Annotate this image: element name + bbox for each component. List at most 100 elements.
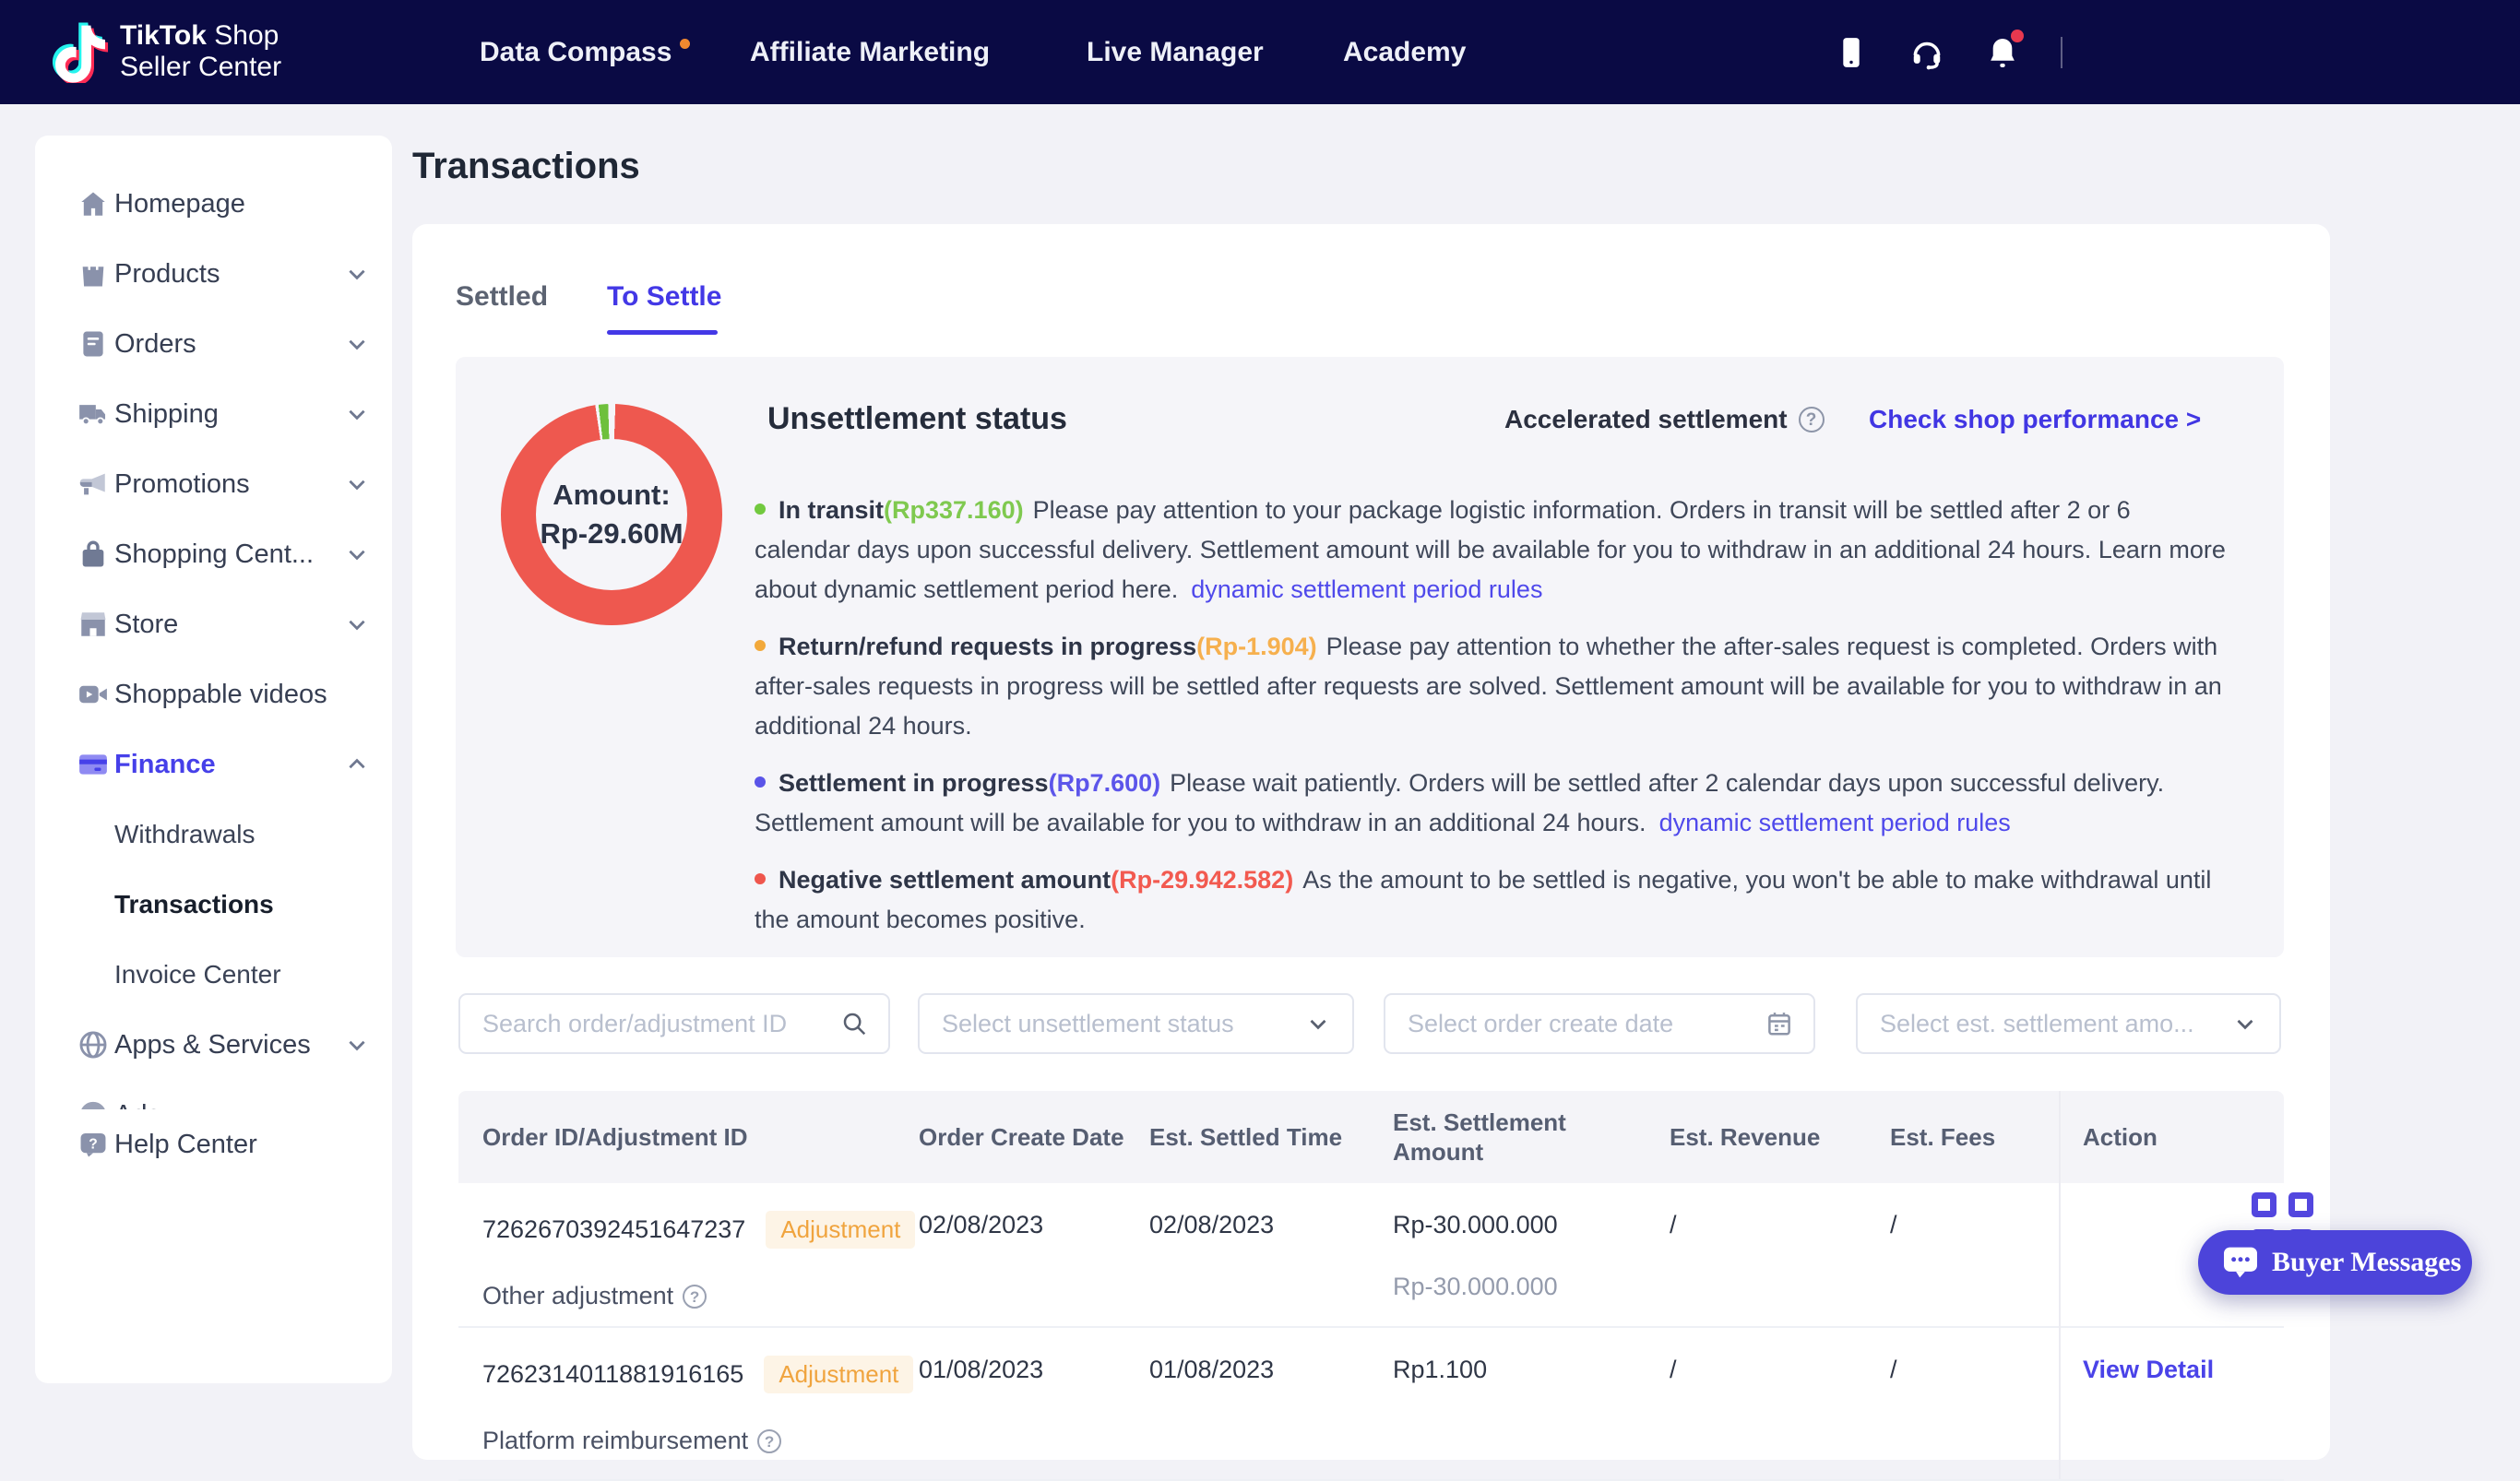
sidebar-item-shoppable-videos[interactable]: Shoppable videos xyxy=(35,659,392,729)
adjustment-type: Other adjustment xyxy=(482,1282,673,1310)
nav-item-data-compass[interactable]: Data Compass xyxy=(480,0,690,104)
buyer-messages-button[interactable]: Buyer Messages xyxy=(2198,1230,2472,1295)
red-dot-icon xyxy=(755,873,766,884)
sidebar-item-shopping-center[interactable]: Shopping Cent... xyxy=(35,519,392,589)
search-order-id-input[interactable] xyxy=(458,993,890,1054)
order-create-date: 01/08/2023 xyxy=(919,1356,1136,1384)
adjustment-badge: Adjustment xyxy=(766,1211,915,1249)
table-row: 7262314011881916165 Adjustment Platform … xyxy=(458,1328,2284,1481)
panel-title: Unsettlement status xyxy=(767,401,1067,437)
settlement-amount-select[interactable] xyxy=(1856,993,2281,1054)
globe-icon xyxy=(77,1029,109,1060)
question-circle-icon[interactable]: ? xyxy=(683,1285,707,1309)
nav-item-live-manager[interactable]: Live Manager xyxy=(1087,0,1264,104)
bullet-negative-settlement: Negative settlement amount(Rp-29.942.582… xyxy=(755,860,2230,940)
accelerated-settlement-label: Accelerated settlement ? xyxy=(1504,405,1825,434)
page-title: Transactions xyxy=(412,146,640,187)
col-header-create-date: Order Create Date xyxy=(919,1091,1149,1183)
question-circle-icon[interactable]: ? xyxy=(757,1429,781,1453)
credit-card-icon xyxy=(77,749,109,780)
amount-select-input[interactable] xyxy=(1858,1010,2231,1038)
sidebar-item-orders[interactable]: Orders xyxy=(35,309,392,379)
status-select-input[interactable] xyxy=(920,1010,1304,1038)
donut-amount-label: Amount: xyxy=(553,476,670,515)
est-revenue: / xyxy=(1670,1211,1877,1239)
col-header-revenue: Est. Revenue xyxy=(1670,1091,1890,1183)
sidebar-item-promotions[interactable]: Promotions xyxy=(35,449,392,519)
bullet-settlement-in-progress: Settlement in progress(Rp7.600)Please wa… xyxy=(755,764,2230,843)
dynamic-settlement-rules-link[interactable]: dynamic settlement period rules xyxy=(1191,575,1542,603)
tiktok-shop-logo[interactable]: TikTok Shop Seller Center xyxy=(52,20,281,83)
chevron-down-icon xyxy=(1304,1010,1332,1037)
truck-icon xyxy=(77,398,109,430)
buyer-messages-label: Buyer Messages xyxy=(2272,1247,2461,1278)
mobile-app-icon[interactable] xyxy=(1834,35,1869,70)
est-fees: / xyxy=(1890,1211,2046,1239)
order-id: 7262670392451647237 xyxy=(482,1215,745,1244)
order-create-date-picker[interactable] xyxy=(1384,993,1815,1054)
chevron-down-icon xyxy=(345,332,369,356)
chevron-down-icon xyxy=(345,612,369,636)
handbag-icon xyxy=(77,539,109,570)
sidebar-item-finance[interactable]: Finance xyxy=(35,729,392,800)
col-header-action: Action xyxy=(2059,1091,2284,1183)
transactions-table: Order ID/Adjustment ID Order Create Date… xyxy=(458,1091,2284,1481)
chevron-down-icon xyxy=(345,262,369,286)
storefront-icon xyxy=(77,609,109,640)
sidebar-item-help-center[interactable]: ? Help Center xyxy=(35,1109,392,1187)
home-icon xyxy=(77,188,109,219)
sidebar-item-withdrawals[interactable]: Withdrawals xyxy=(35,800,392,870)
sidebar-item-shipping[interactable]: Shipping xyxy=(35,379,392,449)
order-create-date: 02/08/2023 xyxy=(919,1211,1136,1239)
table-row: 7262670392451647237 Adjustment Other adj… xyxy=(458,1183,2284,1328)
est-settlement-amount: Rp1.100 xyxy=(1393,1356,1657,1384)
chevron-down-icon xyxy=(345,1033,369,1057)
view-detail-link[interactable]: View Detail xyxy=(2083,1356,2271,1384)
sidebar-item-products[interactable]: Products xyxy=(35,239,392,309)
sidebar: Homepage Products Orders Sh xyxy=(35,136,392,1383)
nav-item-academy[interactable]: Academy xyxy=(1343,0,1466,104)
est-settled-time: 02/08/2023 xyxy=(1149,1211,1380,1239)
tab-to-settle[interactable]: To Settle xyxy=(607,281,721,313)
sidebar-item-store[interactable]: Store xyxy=(35,589,392,659)
support-headset-icon[interactable] xyxy=(1909,35,1944,70)
status-bullet-list: In transit(Rp337.160)Please pay attentio… xyxy=(755,491,2230,957)
video-camera-icon xyxy=(77,679,109,710)
adjustment-badge: Adjustment xyxy=(764,1356,913,1393)
calendar-icon xyxy=(1765,1010,1793,1037)
check-shop-performance-link[interactable]: Check shop performance > xyxy=(1869,405,2201,434)
table-header-row: Order ID/Adjustment ID Order Create Date… xyxy=(458,1091,2284,1183)
notification-dot xyxy=(2011,30,2024,42)
col-header-fees: Est. Fees xyxy=(1890,1091,2059,1183)
search-icon xyxy=(840,1010,868,1037)
bullet-return-refund: Return/refund requests in progress(Rp-1.… xyxy=(755,627,2230,746)
new-badge-dot xyxy=(680,39,690,49)
dynamic-settlement-rules-link[interactable]: dynamic settlement period rules xyxy=(1659,809,2011,836)
sidebar-item-invoice-center[interactable]: Invoice Center xyxy=(35,940,392,1010)
col-header-order-id: Order ID/Adjustment ID xyxy=(458,1091,919,1183)
logo-text: TikTok Shop Seller Center xyxy=(120,20,281,83)
col-header-settlement-amount: Est. Settlement Amount xyxy=(1393,1091,1670,1183)
notifications-bell-icon[interactable] xyxy=(1985,35,2020,70)
sidebar-item-homepage[interactable]: Homepage xyxy=(35,169,392,239)
chevron-down-icon xyxy=(345,472,369,496)
search-input[interactable] xyxy=(460,1010,840,1038)
est-settlement-amount: Rp-30.000.000 xyxy=(1393,1211,1657,1239)
order-id: 7262314011881916165 xyxy=(482,1360,743,1389)
tab-settled[interactable]: Settled xyxy=(456,281,548,313)
help-bubble-icon: ? xyxy=(77,1129,109,1160)
chevron-down-icon xyxy=(345,542,369,566)
chat-bubble-icon xyxy=(2222,1246,2259,1279)
sidebar-item-transactions[interactable]: Transactions xyxy=(35,870,392,940)
est-settled-time: 01/08/2023 xyxy=(1149,1356,1380,1384)
sub-settlement-amount: Rp-30.000.000 xyxy=(1393,1273,1657,1301)
chevron-down-icon xyxy=(2231,1010,2259,1037)
chevron-down-icon xyxy=(345,402,369,426)
adjustment-type: Platform reimbursement xyxy=(482,1427,748,1455)
unsettlement-status-select[interactable] xyxy=(918,993,1354,1054)
question-circle-icon[interactable]: ? xyxy=(1799,407,1825,432)
nav-item-affiliate-marketing[interactable]: Affiliate Marketing xyxy=(750,0,990,104)
date-input[interactable] xyxy=(1385,1010,1765,1038)
top-navbar: TikTok Shop Seller Center Data Compass A… xyxy=(0,0,2520,104)
sidebar-item-apps-services[interactable]: Apps & Services xyxy=(35,1010,392,1080)
